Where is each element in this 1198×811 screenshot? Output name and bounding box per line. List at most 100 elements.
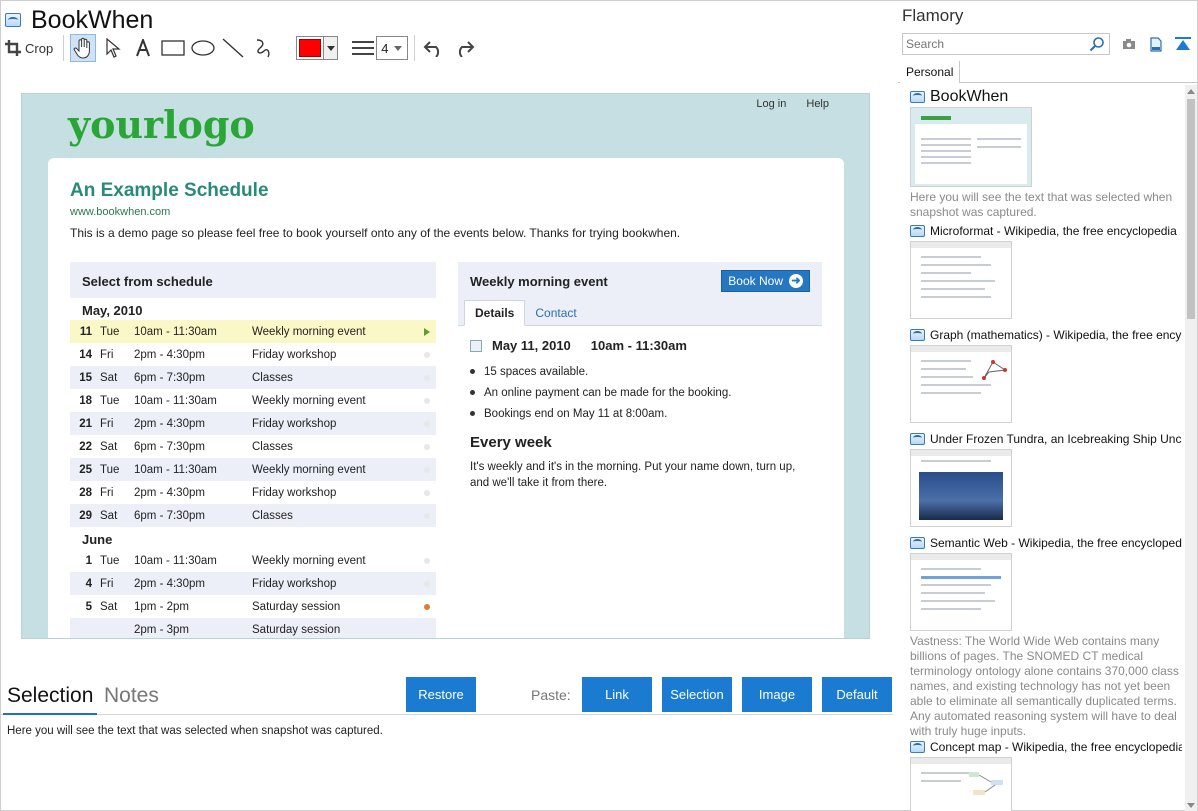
- snapshot-thumbnail: [910, 553, 1012, 631]
- table-row[interactable]: 11 Tue 10am - 11:30am Weekly morning event: [70, 320, 436, 343]
- hand-tool-button[interactable]: [70, 34, 97, 62]
- line-width-select[interactable]: 4: [376, 36, 409, 60]
- snapshot-preview[interactable]: yourlogo Log in Help An Example Schedule…: [21, 93, 870, 639]
- schedule-weekday: Fri: [100, 348, 114, 361]
- schedule-event-name: Friday workshop: [252, 348, 337, 361]
- paste-link-button[interactable]: Link: [582, 677, 652, 712]
- search-input[interactable]: [903, 37, 1089, 51]
- pin-top-icon[interactable]: [1174, 35, 1192, 53]
- color-picker[interactable]: [296, 36, 339, 60]
- select-tool-button[interactable]: [100, 34, 126, 62]
- login-link[interactable]: Log in: [756, 98, 786, 110]
- help-link[interactable]: Help: [806, 98, 829, 110]
- document-title-row: BookWhen: [5, 5, 153, 35]
- table-row[interactable]: 2pm - 3pm Saturday session: [70, 618, 436, 638]
- availability-dot-icon: [424, 351, 430, 358]
- list-item[interactable]: Microformat - Wikipedia, the free encycl…: [910, 223, 1182, 319]
- selected-text-area[interactable]: Here you will see the text that was sele…: [7, 725, 383, 737]
- sidebar-scrollbar[interactable]: [1185, 85, 1197, 811]
- schedule-month-label: June: [82, 532, 113, 547]
- rectangle-tool-button[interactable]: [160, 34, 186, 62]
- book-now-label: Book Now: [728, 274, 783, 288]
- line-tool-button[interactable]: [220, 34, 246, 62]
- table-row[interactable]: 1 Tue 10am - 11:30am Weekly morning event: [70, 549, 436, 572]
- paste-selection-button[interactable]: Selection: [662, 677, 732, 712]
- table-row[interactable]: 4 Fri 2pm - 4:30pm Friday workshop: [70, 572, 436, 595]
- restore-button[interactable]: Restore: [406, 677, 476, 712]
- redo-button[interactable]: [451, 34, 477, 62]
- undo-button[interactable]: [421, 34, 447, 62]
- table-row[interactable]: 25 Tue 10am - 11:30am Weekly morning event: [70, 458, 436, 481]
- schedule-time: 2pm - 4:30pm: [134, 348, 205, 361]
- search-field[interactable]: [902, 33, 1110, 55]
- tab-contact[interactable]: Contact: [525, 301, 586, 325]
- tab-personal[interactable]: Personal: [900, 61, 961, 83]
- scroll-up-icon[interactable]: [1187, 89, 1195, 94]
- schedule-event-name: Friday workshop: [252, 417, 337, 430]
- tab-selection[interactable]: Selection: [7, 684, 93, 708]
- table-row[interactable]: 5 Sat 1pm - 2pm Saturday session: [70, 595, 436, 618]
- book-now-button[interactable]: Book Now ➜: [721, 270, 810, 292]
- text-icon: [136, 39, 151, 57]
- paste-label: Paste:: [531, 687, 571, 703]
- availability-dot-icon: [424, 420, 430, 427]
- list-item-title: Under Frozen Tundra, an Icebreaking Ship…: [930, 432, 1182, 446]
- list-item[interactable]: Graph (mathematics) - Wikipedia, the fre…: [910, 327, 1182, 423]
- ellipse-tool-button[interactable]: [190, 34, 216, 62]
- table-row[interactable]: 22 Sat 6pm - 7:30pm Classes: [70, 435, 436, 458]
- event-description: It's weekly and it's in the morning. Put…: [470, 461, 796, 489]
- scrollbar-thumb[interactable]: [1187, 99, 1195, 319]
- schedule-day: 21: [79, 417, 92, 430]
- event-title: Weekly morning event: [470, 273, 608, 289]
- schedule-day: 5: [85, 600, 92, 613]
- schedule-month-label: May, 2010: [82, 303, 143, 318]
- status-dot-icon: [424, 603, 430, 610]
- ellipse-icon: [191, 40, 215, 56]
- list-item[interactable]: Concept map - Wikipedia, the free encycl…: [910, 739, 1182, 811]
- text-tool-button[interactable]: [130, 34, 156, 62]
- paste-image-button[interactable]: Image: [742, 677, 812, 712]
- schedule-event-name: Classes: [252, 509, 293, 522]
- tab-notes[interactable]: Notes: [104, 684, 159, 708]
- list-item-title: Concept map - Wikipedia, the free encycl…: [930, 740, 1182, 754]
- paste-default-button[interactable]: Default: [822, 677, 892, 712]
- freehand-tool-button[interactable]: [250, 34, 276, 62]
- table-row[interactable]: 18 Tue 10am - 11:30am Weekly morning event: [70, 389, 436, 412]
- schedule-weekday: Fri: [100, 577, 114, 590]
- list-item-title: Microformat - Wikipedia, the free encycl…: [930, 224, 1177, 238]
- schedule-day: 18: [79, 394, 92, 407]
- table-row[interactable]: 28 Fri 2pm - 4:30pm Friday workshop: [70, 481, 436, 504]
- event-date: May 11, 2010: [492, 338, 571, 353]
- crop-button[interactable]: Crop: [5, 34, 53, 62]
- list-item-header: Microformat - Wikipedia, the free encycl…: [910, 223, 1182, 239]
- crop-label: Crop: [25, 40, 54, 56]
- calendar-icon: [470, 339, 482, 352]
- tab-details[interactable]: Details: [464, 300, 526, 326]
- search-icon[interactable]: [1089, 36, 1105, 52]
- schedule-event-name: Friday workshop: [252, 577, 337, 590]
- list-item[interactable]: BookWhen Here you will see the text that…: [910, 88, 1182, 220]
- annotation-toolbar: Crop 4: [5, 33, 481, 63]
- schedule-day: 25: [79, 463, 92, 476]
- scroll-down-icon[interactable]: [1187, 803, 1195, 808]
- schedule-event-name: Saturday session: [252, 623, 341, 636]
- schedule-day: 15: [79, 371, 92, 384]
- schedule-time: 6pm - 7:30pm: [134, 509, 205, 522]
- table-row[interactable]: 14 Fri 2pm - 4:30pm Friday workshop: [70, 343, 436, 366]
- table-row[interactable]: 21 Fri 2pm - 4:30pm Friday workshop: [70, 412, 436, 435]
- list-item[interactable]: Semantic Web - Wikipedia, the free encyc…: [910, 535, 1182, 739]
- camera-icon[interactable]: [1120, 35, 1138, 53]
- app-window: BookWhen Crop 4 yourlogo Log in Help An …: [0, 0, 1198, 811]
- schedule-list: May, 2010 11 Tue 10am - 11:30am Weekly morni…: [70, 298, 436, 638]
- table-row[interactable]: 29 Sat 6pm - 7:30pm Classes: [70, 504, 436, 527]
- schedule-weekday: Tue: [100, 394, 120, 407]
- document-icon[interactable]: [1147, 35, 1165, 53]
- schedule-weekday: Sat: [100, 440, 118, 453]
- list-item[interactable]: Under Frozen Tundra, an Icebreaking Ship…: [910, 431, 1182, 527]
- schedule-time: 10am - 11:30am: [134, 394, 217, 407]
- site-url[interactable]: www.bookwhen.com: [70, 206, 170, 218]
- arrow-right-icon: ➜: [789, 274, 803, 288]
- schedule-time: 10am - 11:30am: [134, 554, 217, 567]
- redo-icon: [459, 41, 475, 57]
- table-row[interactable]: 15 Sat 6pm - 7:30pm Classes: [70, 366, 436, 389]
